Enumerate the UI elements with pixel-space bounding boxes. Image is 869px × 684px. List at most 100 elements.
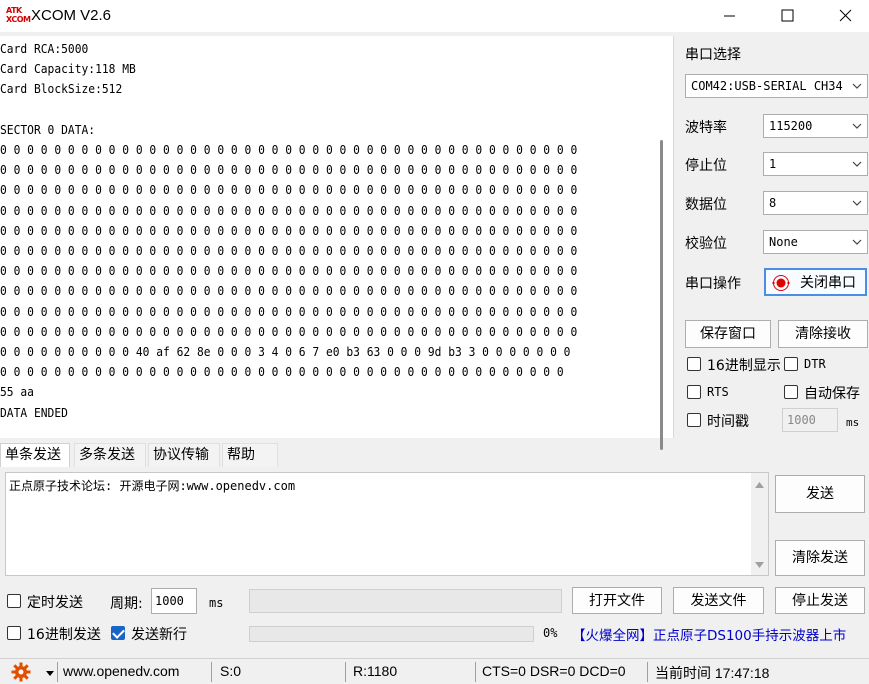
receive-area[interactable]: Card RCA:5000 Card Capacity:118 MB Card Bl… bbox=[0, 36, 674, 450]
baud-select[interactable]: 115200 bbox=[763, 114, 868, 138]
tab-help[interactable]: 帮助 bbox=[222, 443, 278, 467]
send-progress-bar bbox=[249, 626, 534, 642]
record-indicator-icon bbox=[772, 275, 790, 291]
status-time: 当前时间 17:47:18 bbox=[655, 665, 770, 681]
period-input[interactable]: 1000 bbox=[151, 588, 197, 614]
chevron-down-icon bbox=[852, 161, 862, 167]
tab-multi-send[interactable]: 多条发送 bbox=[74, 443, 146, 467]
clear-receive-button[interactable]: 清除接收 bbox=[778, 320, 868, 348]
stopbits-select[interactable]: 1 bbox=[763, 152, 868, 176]
rts-checkbox[interactable] bbox=[687, 385, 701, 399]
maximize-button[interactable] bbox=[764, 0, 810, 32]
receive-line: 0 0 0 0 0 0 0 0 0 0 0 0 0 0 0 0 0 0 0 0 … bbox=[0, 365, 564, 380]
receive-line: 0 0 0 0 0 0 0 0 0 0 0 0 0 0 0 0 0 0 0 0 … bbox=[0, 244, 578, 259]
status-website[interactable]: www.openedv.com bbox=[63, 663, 179, 679]
title-bar: ATK XCOM XCOM V2.6 bbox=[0, 0, 869, 32]
newline-label: 发送新行 bbox=[131, 627, 187, 643]
receive-scrollbar[interactable] bbox=[660, 140, 663, 450]
maximize-icon bbox=[781, 9, 794, 22]
parity-select[interactable]: None bbox=[763, 230, 868, 254]
receive-line: 0 0 0 0 0 0 0 0 0 0 0 0 0 0 0 0 0 0 0 0 … bbox=[0, 264, 578, 279]
receive-line: Card RCA:5000 bbox=[0, 42, 89, 56]
receive-line: DATA ENDED bbox=[0, 405, 68, 420]
parity-label: 校验位 bbox=[685, 236, 727, 252]
auto-save-label: 自动保存 bbox=[804, 386, 860, 402]
app-logo: ATK XCOM bbox=[6, 6, 31, 26]
rts-label: RTS bbox=[707, 385, 729, 399]
receive-text: Card RCA:5000 Card Capacity:118 MB Card Bl… bbox=[0, 39, 620, 423]
hex-send-checkbox[interactable] bbox=[7, 626, 21, 640]
status-received-count: R:1180 bbox=[353, 663, 398, 679]
scroll-arrows-icon bbox=[755, 482, 764, 568]
close-icon bbox=[839, 9, 852, 22]
receive-line: 0 0 0 0 0 0 0 0 0 0 40 af 62 8e 0 0 0 3 … bbox=[0, 345, 571, 360]
period-label: 周期: bbox=[110, 596, 143, 612]
chevron-down-icon bbox=[852, 239, 862, 245]
status-bar: www.openedv.com S:0 R:1180 CTS=0 DSR=0 D… bbox=[0, 658, 869, 684]
status-sent-count: S:0 bbox=[220, 663, 242, 679]
app-logo-bottom: XCOM bbox=[6, 15, 31, 24]
send-progress-text: 0% bbox=[543, 626, 558, 640]
timestamp-interval-input[interactable]: 1000 bbox=[782, 408, 838, 432]
status-divider bbox=[345, 662, 346, 682]
receive-line: 0 0 0 0 0 0 0 0 0 0 0 0 0 0 0 0 0 0 0 0 … bbox=[0, 163, 578, 178]
chevron-down-icon bbox=[852, 123, 862, 129]
minimize-button[interactable] bbox=[706, 0, 752, 32]
baud-value: 115200 bbox=[769, 119, 813, 133]
stop-send-button[interactable]: 停止发送 bbox=[775, 587, 865, 614]
port-select-value: COM42:USB-SERIAL CH34 bbox=[691, 79, 843, 93]
parity-value: None bbox=[769, 235, 798, 249]
send-file-button[interactable]: 发送文件 bbox=[673, 587, 764, 614]
close-port-button[interactable]: 关闭串口 bbox=[764, 268, 867, 296]
receive-line: Card Capacity:118 MB bbox=[0, 62, 136, 77]
timestamp-unit: ms bbox=[846, 416, 860, 429]
timed-send-checkbox[interactable] bbox=[7, 594, 21, 608]
receive-line: 0 0 0 0 0 0 0 0 0 0 0 0 0 0 0 0 0 0 0 0 … bbox=[0, 284, 578, 299]
hex-display-checkbox[interactable] bbox=[687, 357, 701, 371]
open-file-button[interactable]: 打开文件 bbox=[572, 587, 662, 614]
port-select[interactable]: COM42:USB-SERIAL CH34 bbox=[685, 74, 868, 98]
hex-display-label: 16进制显示 bbox=[707, 358, 781, 374]
receive-line: 0 0 0 0 0 0 0 0 0 0 0 0 0 0 0 0 0 0 0 0 … bbox=[0, 324, 578, 339]
status-divider bbox=[475, 662, 476, 682]
receive-line bbox=[0, 100, 620, 120]
stopbits-label: 停止位 bbox=[685, 158, 727, 174]
auto-save-checkbox[interactable] bbox=[784, 385, 798, 399]
send-input[interactable]: 正点原子技术论坛: 开源电子网:www.openedv.com bbox=[5, 472, 769, 576]
receive-line: 0 0 0 0 0 0 0 0 0 0 0 0 0 0 0 0 0 0 0 0 … bbox=[0, 203, 578, 218]
dtr-checkbox[interactable] bbox=[784, 357, 798, 371]
app-logo-top: ATK bbox=[6, 6, 22, 15]
ad-link[interactable]: 【火爆全网】正点原子DS100手持示波器上市 bbox=[572, 624, 846, 644]
period-unit: ms bbox=[209, 596, 224, 610]
databits-select[interactable]: 8 bbox=[763, 191, 868, 215]
save-window-button[interactable]: 保存窗口 bbox=[685, 320, 771, 348]
receive-line: 0 0 0 0 0 0 0 0 0 0 0 0 0 0 0 0 0 0 0 0 … bbox=[0, 183, 578, 198]
gear-icon[interactable] bbox=[11, 662, 31, 682]
receive-line: 55 aa bbox=[0, 385, 34, 400]
send-scrollbar[interactable] bbox=[751, 473, 768, 575]
timestamp-checkbox[interactable] bbox=[687, 413, 701, 427]
window-title: XCOM V2.6 bbox=[31, 7, 112, 24]
dtr-label: DTR bbox=[804, 357, 826, 371]
close-button[interactable] bbox=[822, 0, 868, 32]
receive-line: 0 0 0 0 0 0 0 0 0 0 0 0 0 0 0 0 0 0 0 0 … bbox=[0, 223, 578, 238]
close-port-label: 关闭串口 bbox=[800, 275, 856, 291]
databits-value: 8 bbox=[769, 196, 777, 210]
hex-send-label: 16进制发送 bbox=[27, 627, 101, 643]
receive-line: SECTOR 0 DATA: bbox=[0, 122, 96, 137]
dropdown-arrow-icon[interactable] bbox=[45, 668, 55, 678]
send-text: 正点原子技术论坛: 开源电子网:www.openedv.com bbox=[9, 479, 296, 493]
status-divider bbox=[57, 662, 58, 682]
send-button[interactable]: 发送 bbox=[775, 475, 865, 513]
tab-protocol[interactable]: 协议传输 bbox=[148, 443, 220, 467]
timed-send-label: 定时发送 bbox=[27, 595, 83, 611]
status-lines: CTS=0 DSR=0 DCD=0 bbox=[482, 663, 626, 679]
tab-single-send[interactable]: 单条发送 bbox=[0, 443, 70, 467]
newline-checkbox[interactable] bbox=[111, 626, 125, 640]
timestamp-label: 时间戳 bbox=[707, 414, 749, 430]
port-op-label: 串口操作 bbox=[685, 276, 741, 292]
file-progress-track bbox=[249, 589, 562, 613]
clear-send-button[interactable]: 清除发送 bbox=[775, 540, 865, 576]
receive-line: 0 0 0 0 0 0 0 0 0 0 0 0 0 0 0 0 0 0 0 0 … bbox=[0, 304, 578, 319]
receive-line: Card BlockSize:512 bbox=[0, 82, 123, 97]
